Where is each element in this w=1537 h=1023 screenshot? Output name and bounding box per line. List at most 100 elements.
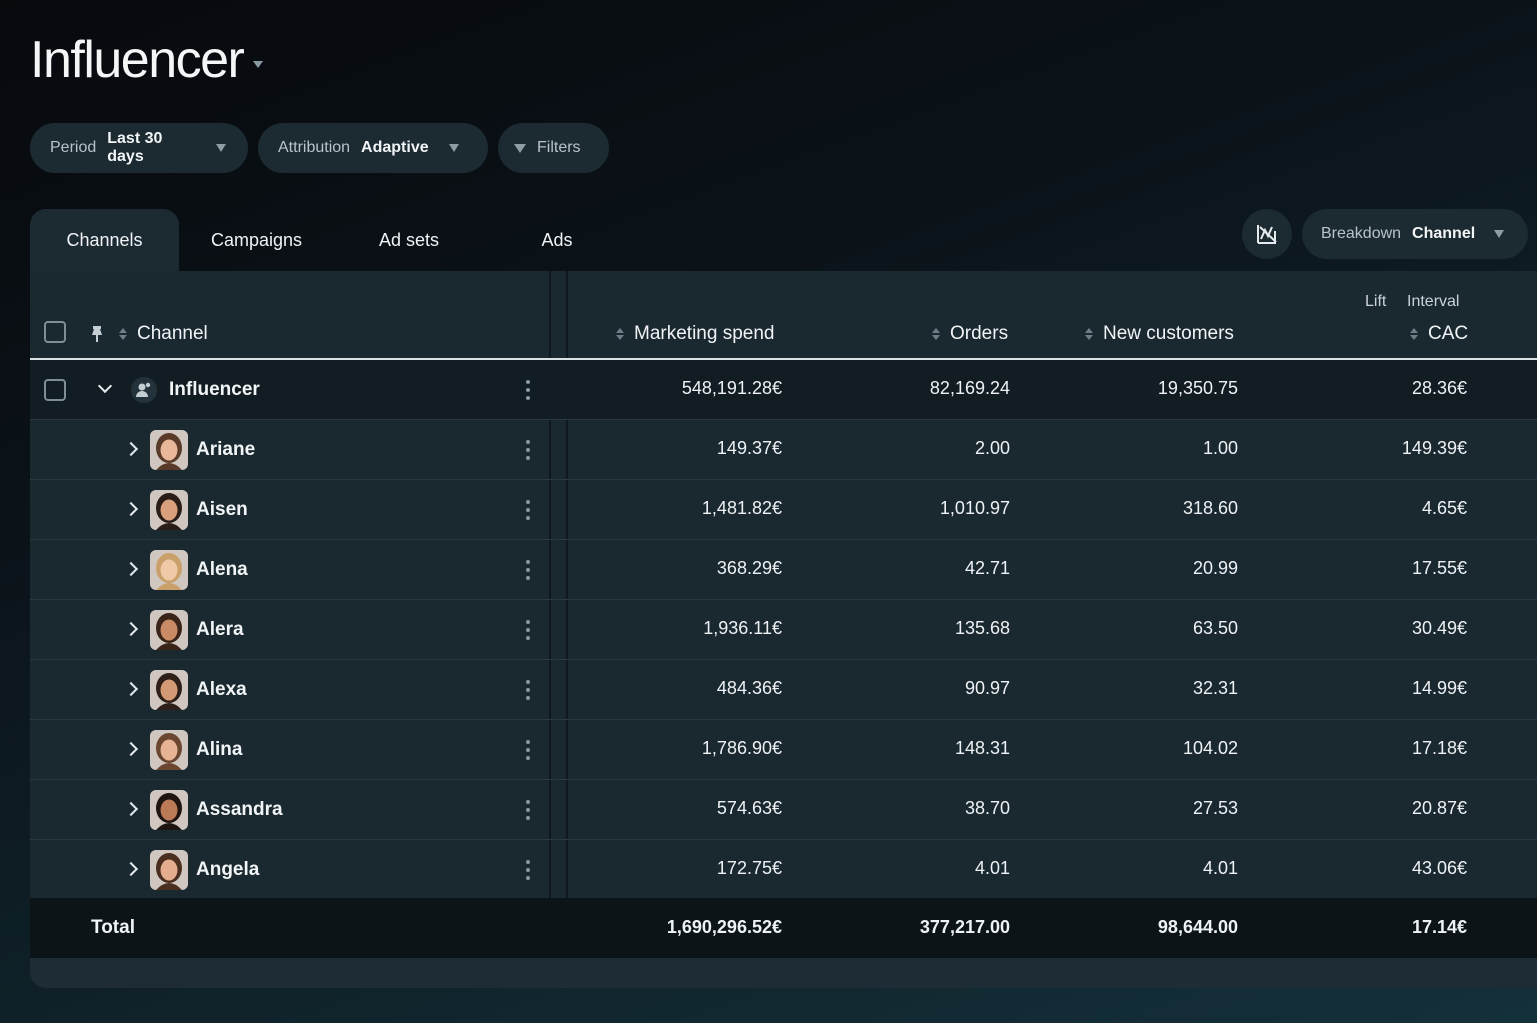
sort-icon bbox=[119, 328, 127, 340]
sort-icon bbox=[616, 328, 624, 340]
more-options-icon[interactable] bbox=[526, 500, 530, 520]
cell-new-customers: 63.50 bbox=[1192, 618, 1238, 638]
more-options-icon[interactable] bbox=[526, 860, 530, 880]
more-options-icon[interactable] bbox=[526, 380, 530, 400]
avatar bbox=[150, 490, 188, 530]
total-orders: 377,217.00 bbox=[919, 917, 1010, 937]
avatar bbox=[150, 790, 188, 830]
chevron-right-icon[interactable] bbox=[123, 561, 139, 577]
cell-marketing-spend: 484.36€ bbox=[716, 678, 782, 698]
cell-cac: 43.06€ bbox=[1411, 858, 1467, 878]
table-row[interactable]: Assandra 574.63€ 38.70 27.53 20.87€ bbox=[30, 780, 1537, 840]
row-name: Aisen bbox=[196, 499, 248, 520]
pin-icon[interactable] bbox=[90, 325, 104, 343]
more-options-icon[interactable] bbox=[526, 740, 530, 760]
chevron-right-icon[interactable] bbox=[123, 681, 139, 697]
horizontal-scrollbar[interactable] bbox=[30, 958, 1537, 988]
chevron-right-icon[interactable] bbox=[123, 801, 139, 817]
column-header-orders[interactable]: Orders bbox=[932, 323, 1008, 345]
row-name: Angela bbox=[196, 859, 260, 880]
page-title-dropdown[interactable]: Influencer bbox=[30, 30, 264, 90]
column-label: Orders bbox=[950, 323, 1009, 344]
interval-toggle[interactable]: Interval bbox=[1407, 293, 1459, 311]
cell-marketing-spend: 1,481.82€ bbox=[701, 498, 782, 518]
cell-orders: 2.00 bbox=[974, 438, 1010, 458]
row-name: Alina bbox=[196, 739, 243, 760]
cell-new-customers: 104.02 bbox=[1182, 738, 1238, 758]
breakdown-value: Channel bbox=[1412, 225, 1476, 242]
tab-channels[interactable]: Channels bbox=[30, 209, 179, 271]
chevron-right-icon[interactable] bbox=[123, 861, 139, 877]
select-all-checkbox[interactable] bbox=[44, 321, 66, 343]
avatar bbox=[150, 670, 188, 710]
chevron-right-icon[interactable] bbox=[123, 741, 139, 757]
row-checkbox[interactable] bbox=[44, 379, 66, 401]
cell-orders: 42.71 bbox=[964, 558, 1010, 578]
cell-orders: 90.97 bbox=[964, 678, 1010, 698]
filters-button[interactable]: Filters bbox=[498, 123, 609, 173]
more-options-icon[interactable] bbox=[526, 620, 530, 640]
table-row[interactable]: Ariane 149.37€ 2.00 1.00 149.39€ bbox=[30, 420, 1537, 480]
tab-campaigns[interactable]: Campaigns bbox=[179, 209, 334, 271]
cell-orders: 1,010.97 bbox=[939, 498, 1010, 518]
cell-cac: 30.49€ bbox=[1411, 618, 1467, 638]
cell-marketing-spend: 368.29€ bbox=[716, 558, 782, 578]
lift-toggle[interactable]: Lift bbox=[1365, 293, 1386, 311]
row-name: Assandra bbox=[196, 799, 283, 820]
column-label: CAC bbox=[1428, 323, 1469, 344]
row-name: Influencer bbox=[169, 379, 260, 400]
total-marketing-spend: 1,690,296.52€ bbox=[666, 917, 782, 937]
channels-table: Channel Marketing spend Orders New custo… bbox=[30, 271, 1537, 988]
sort-icon bbox=[1085, 328, 1093, 340]
row-name: Alena bbox=[196, 559, 248, 580]
chevron-right-icon[interactable] bbox=[123, 501, 139, 517]
more-options-icon[interactable] bbox=[526, 680, 530, 700]
column-header-cac[interactable]: CAC bbox=[1410, 323, 1468, 345]
attribution-label: Attribution bbox=[278, 139, 351, 156]
sort-icon bbox=[932, 328, 940, 340]
more-options-icon[interactable] bbox=[526, 800, 530, 820]
avatar bbox=[150, 850, 188, 890]
more-options-icon[interactable] bbox=[526, 440, 530, 460]
table-row[interactable]: Alera 1,936.11€ 135.68 63.50 30.49€ bbox=[30, 600, 1537, 660]
breakdown-select[interactable]: Breakdown Channel bbox=[1302, 209, 1528, 259]
column-header-marketing-spend[interactable]: Marketing spend bbox=[616, 323, 774, 345]
table-row[interactable]: Aisen 1,481.82€ 1,010.97 318.60 4.65€ bbox=[30, 480, 1537, 540]
tab-ads[interactable]: Ads bbox=[484, 209, 630, 271]
cell-marketing-spend: 172.75€ bbox=[716, 858, 782, 878]
column-header-channel[interactable]: Channel bbox=[119, 323, 208, 345]
cell-new-customers: 19,350.75 bbox=[1157, 378, 1238, 398]
cell-new-customers: 1.00 bbox=[1202, 438, 1238, 458]
sort-icon bbox=[1410, 328, 1418, 340]
cell-orders: 38.70 bbox=[964, 798, 1010, 818]
cell-cac: 17.55€ bbox=[1411, 558, 1467, 578]
avatar bbox=[150, 550, 188, 590]
column-label: New customers bbox=[1103, 323, 1234, 344]
total-label: Total bbox=[91, 917, 135, 938]
column-label: Marketing spend bbox=[634, 323, 775, 344]
chevron-down-icon bbox=[448, 144, 459, 152]
row-name: Alexa bbox=[196, 679, 247, 700]
table-row[interactable]: Alena 368.29€ 42.71 20.99 17.55€ bbox=[30, 540, 1537, 600]
tab-ad-sets[interactable]: Ad sets bbox=[334, 209, 484, 271]
cell-marketing-spend: 149.37€ bbox=[716, 438, 782, 458]
table-row[interactable]: Angela 172.75€ 4.01 4.01 43.06€ bbox=[30, 840, 1537, 900]
table-row-parent[interactable]: Influencer 548,191.28€ 82,169.24 19,350.… bbox=[30, 360, 1537, 420]
chevron-down-icon[interactable] bbox=[97, 378, 113, 394]
period-select[interactable]: Period Last 30 days bbox=[30, 123, 248, 173]
attribution-select[interactable]: Attribution Adaptive bbox=[258, 123, 488, 173]
period-label: Period bbox=[50, 139, 97, 156]
table-row[interactable]: Alexa 484.36€ 90.97 32.31 14.99€ bbox=[30, 660, 1537, 720]
cell-orders: 4.01 bbox=[974, 858, 1010, 878]
row-name: Alera bbox=[196, 619, 244, 640]
chevron-right-icon[interactable] bbox=[123, 621, 139, 637]
more-options-icon[interactable] bbox=[526, 560, 530, 580]
cell-marketing-spend: 1,936.11€ bbox=[703, 618, 782, 638]
chevron-right-icon[interactable] bbox=[123, 441, 139, 457]
chevron-down-icon[interactable] bbox=[253, 60, 264, 68]
table-row[interactable]: Alina 1,786.90€ 148.31 104.02 17.18€ bbox=[30, 720, 1537, 780]
chart-toggle-button[interactable] bbox=[1242, 209, 1292, 259]
column-header-new-customers[interactable]: New customers bbox=[1085, 323, 1234, 345]
cell-cac: 20.87€ bbox=[1411, 798, 1467, 818]
filter-bar: Period Last 30 days Attribution Adaptive… bbox=[30, 123, 609, 173]
